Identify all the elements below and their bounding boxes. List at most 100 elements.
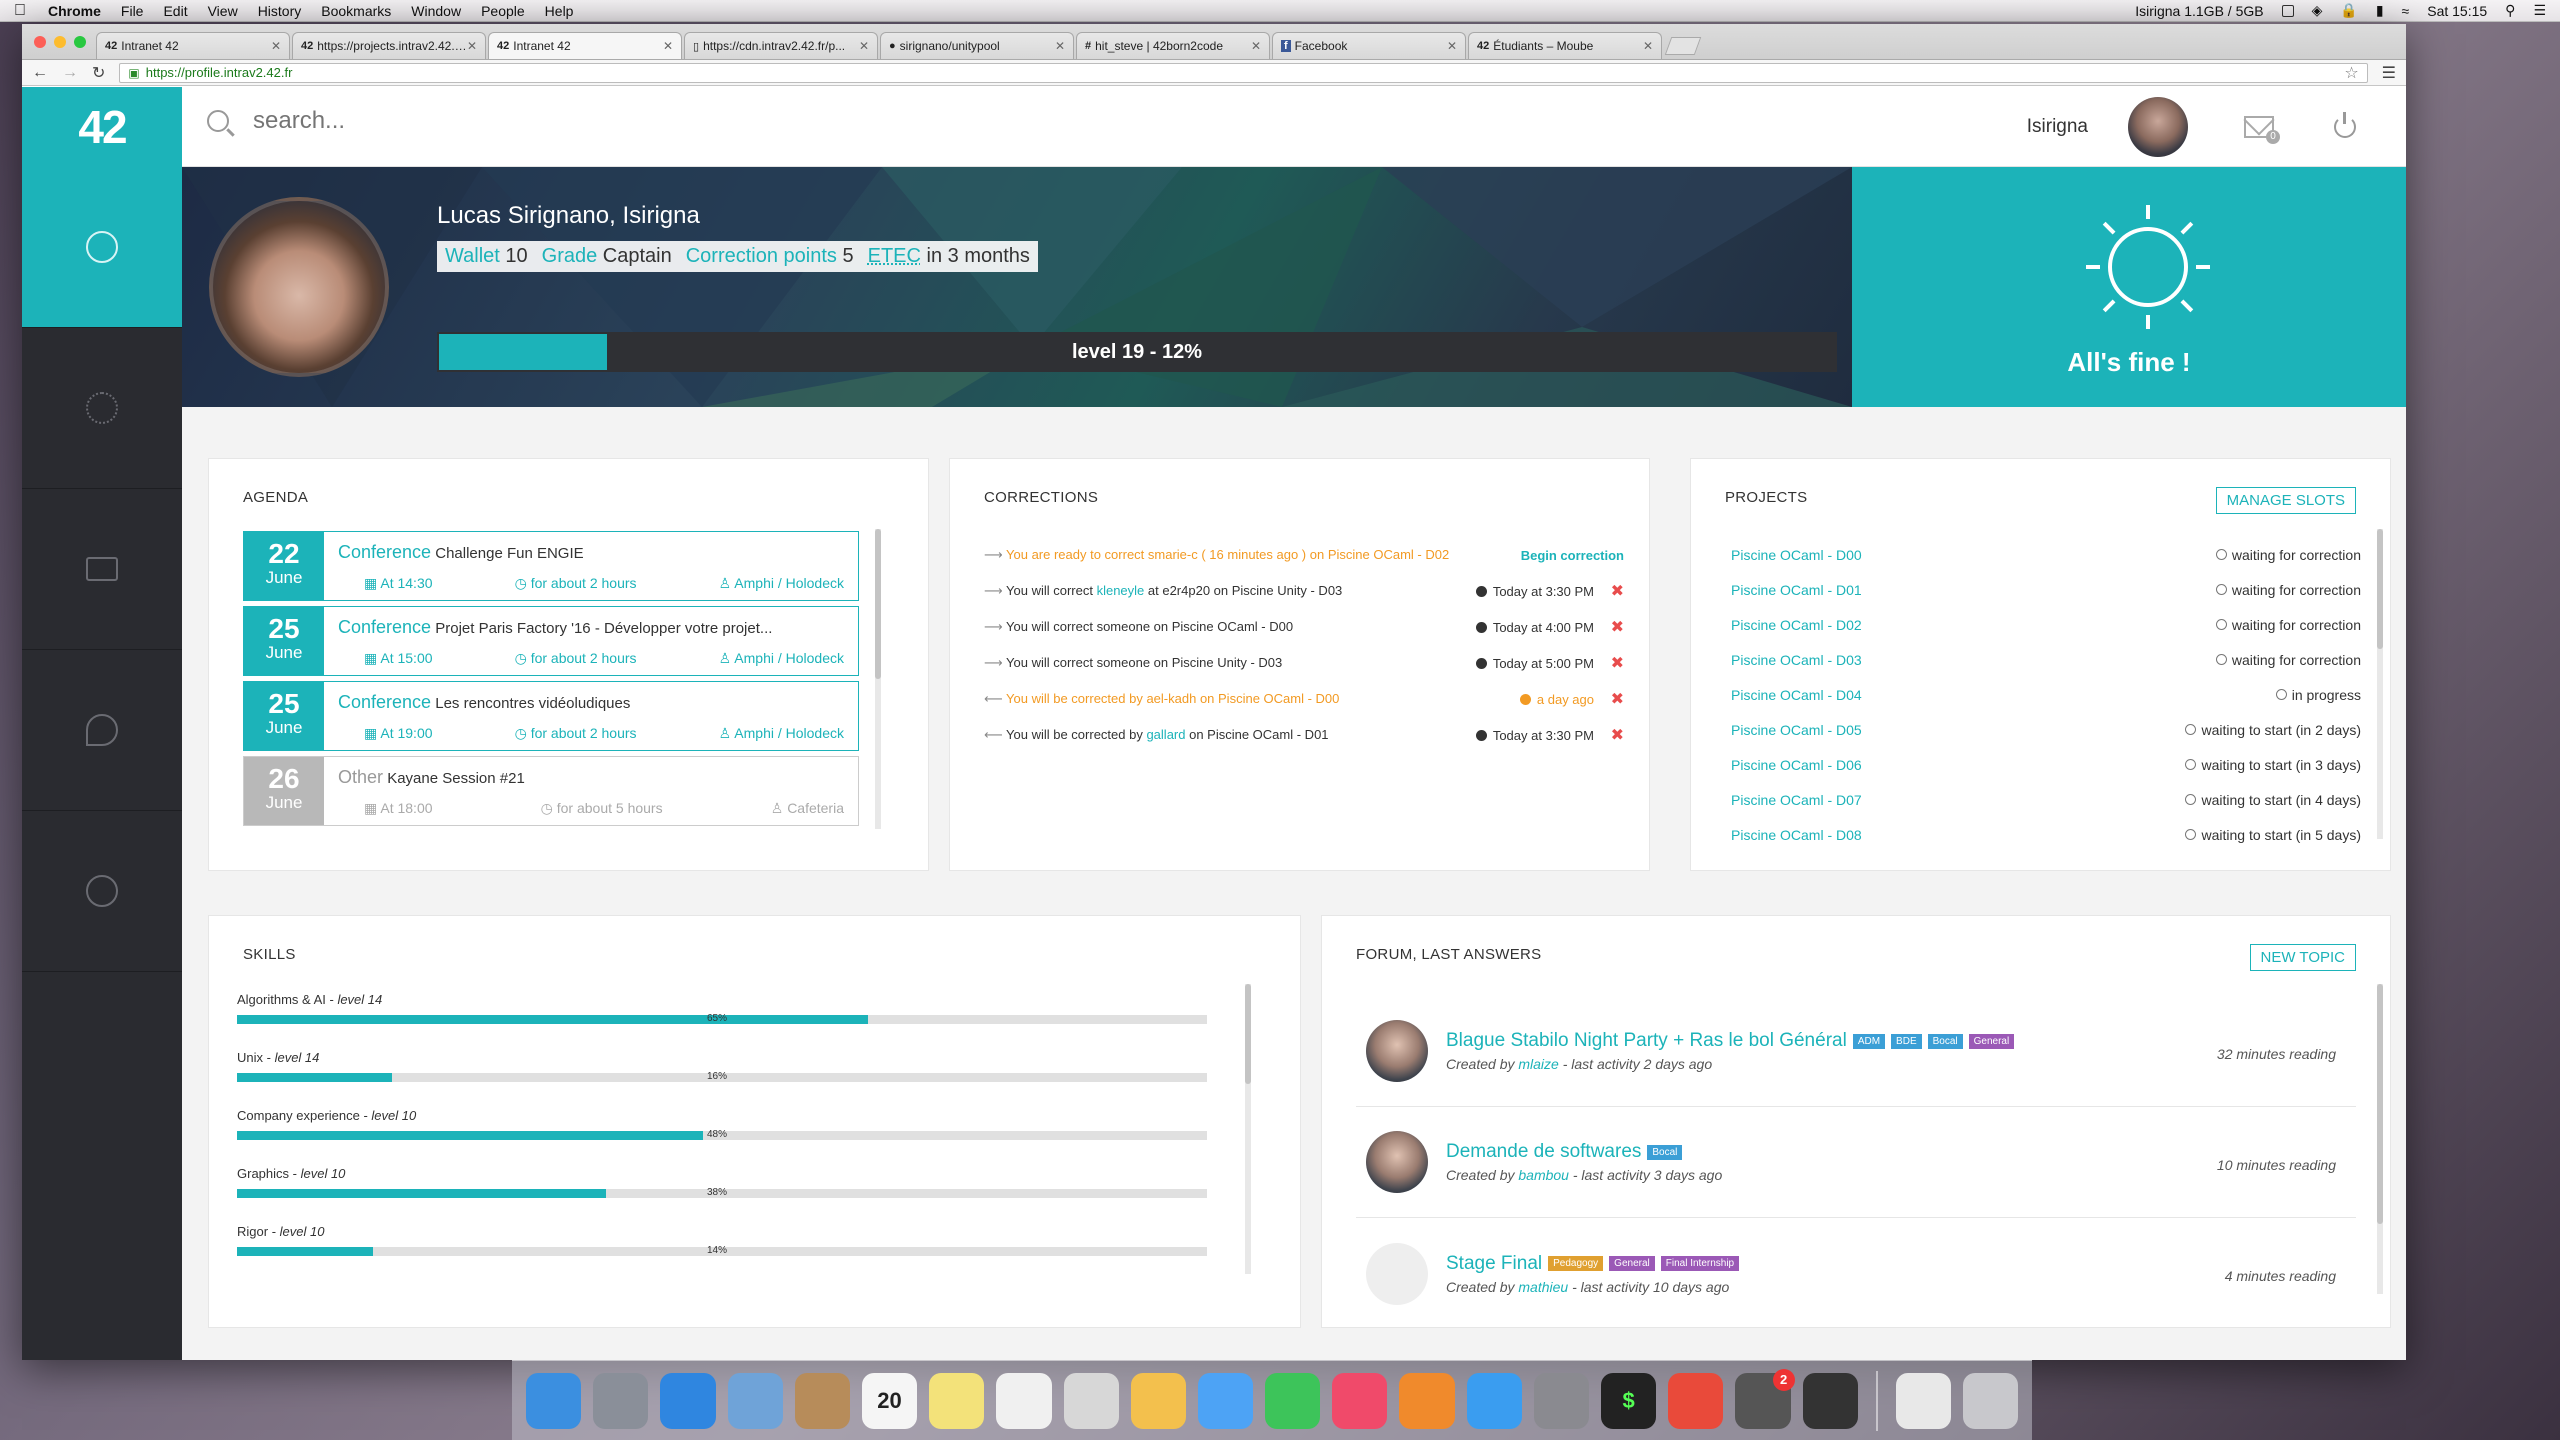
username-link[interactable]: Isirigna: [2027, 116, 2088, 138]
forum-topic-link[interactable]: Stage Final: [1446, 1253, 1542, 1275]
cancel-correction-icon[interactable]: ✖: [1594, 617, 1624, 637]
contacts-icon[interactable]: [794, 1372, 850, 1429]
slack-icon[interactable]: 2: [1735, 1368, 1795, 1429]
project-link[interactable]: Piscine OCaml - D03: [1731, 652, 1862, 668]
avatar[interactable]: [1366, 1131, 1428, 1193]
correction-user-link[interactable]: kleneyle: [1097, 583, 1145, 598]
sidebar-item-holy-graph[interactable]: [22, 328, 182, 489]
project-link[interactable]: Piscine OCaml - D08: [1731, 827, 1862, 843]
bookmark-star-icon[interactable]: ☆: [2344, 63, 2358, 83]
preview2-icon[interactable]: [1063, 1372, 1119, 1429]
chrome-menu-icon[interactable]: ☰: [2382, 63, 2396, 83]
agenda-event[interactable]: 22 June Conference Challenge Fun ENGIE ▦ At…: [243, 531, 859, 601]
itunes-icon[interactable]: [1332, 1372, 1388, 1429]
preview-icon[interactable]: [727, 1372, 783, 1429]
logout-power-icon[interactable]: [2334, 112, 2356, 138]
begin-correction-button[interactable]: Begin correction: [1464, 548, 1624, 563]
menu-view[interactable]: View: [208, 3, 238, 19]
mail-icon[interactable]: 0: [2244, 116, 2280, 144]
search-input[interactable]: [253, 107, 853, 135]
browser-tab-active[interactable]: 42 Intranet 42 ✕: [488, 32, 682, 59]
agenda-event[interactable]: 25 June Conference Projet Paris Factory '1…: [243, 606, 859, 676]
correction-user-link[interactable]: smarie-c: [1148, 547, 1198, 562]
reload-icon[interactable]: ↻: [92, 63, 105, 83]
project-link[interactable]: Piscine OCaml - D04: [1731, 687, 1862, 703]
agenda-event[interactable]: 26 June Other Kayane Session #21 ▦ At 18:00…: [243, 756, 859, 826]
unity-icon[interactable]: [1802, 1372, 1858, 1429]
spotlight-icon[interactable]: ⚲: [2505, 2, 2515, 19]
trash-icon[interactable]: [1962, 1372, 2019, 1429]
author-link[interactable]: mathieu: [1518, 1279, 1568, 1295]
menu-people[interactable]: People: [481, 3, 525, 19]
agenda-scrollbar[interactable]: [875, 529, 881, 829]
browser-tab[interactable]: f Facebook ✕: [1272, 32, 1466, 59]
safari-icon[interactable]: [660, 1372, 716, 1429]
projects-scrollbar[interactable]: [2377, 529, 2383, 839]
tag-badge[interactable]: General: [1609, 1256, 1655, 1271]
sidebar-item-elearning[interactable]: [22, 489, 182, 650]
memory-status[interactable]: Isirigna 1.1GB / 5GB: [2135, 3, 2263, 19]
author-link[interactable]: bambou: [1518, 1167, 1569, 1183]
finder-icon[interactable]: [526, 1372, 582, 1429]
avatar[interactable]: [1366, 1020, 1428, 1082]
battery-icon[interactable]: ▮: [2376, 2, 2384, 19]
tab-close-icon[interactable]: ✕: [859, 39, 869, 53]
tag-badge[interactable]: Final Internship: [1660, 1256, 1740, 1271]
photos-icon[interactable]: [1130, 1372, 1186, 1429]
notification-center-icon[interactable]: ☰: [2533, 2, 2546, 19]
menu-window[interactable]: Window: [411, 3, 461, 19]
tag-badge[interactable]: Pedagogy: [1548, 1256, 1604, 1271]
tab-close-icon[interactable]: ✕: [271, 39, 281, 53]
browser-tab[interactable]: 42 https://projects.intrav2.42.fr/... ✕: [292, 32, 486, 59]
tab-close-icon[interactable]: ✕: [1447, 39, 1457, 53]
browser-tab[interactable]: # hit_steve | 42born2code ✕: [1076, 32, 1270, 59]
forward-arrow-icon[interactable]: →: [62, 64, 78, 82]
cancel-correction-icon[interactable]: ✖: [1594, 725, 1624, 745]
system-preferences-icon[interactable]: [1533, 1372, 1589, 1429]
tab-close-icon[interactable]: ✕: [1643, 39, 1653, 53]
dropbox-icon[interactable]: ◈: [2312, 2, 2323, 19]
project-link[interactable]: Piscine OCaml - D05: [1731, 722, 1862, 738]
menu-file[interactable]: File: [121, 3, 144, 19]
manage-slots-button[interactable]: MANAGE SLOTS: [2215, 487, 2356, 514]
chrome-icon[interactable]: [1668, 1372, 1724, 1429]
avatar[interactable]: [2128, 97, 2188, 157]
tab-close-icon[interactable]: ✕: [1251, 39, 1261, 53]
archive-icon[interactable]: [1895, 1372, 1951, 1429]
menu-history[interactable]: History: [258, 3, 302, 19]
browser-tab[interactable]: 42 Intranet 42 ✕: [96, 32, 290, 59]
terminal-icon[interactable]: $: [1601, 1372, 1657, 1429]
sidebar-item-dashboard[interactable]: [22, 167, 182, 328]
cancel-correction-icon[interactable]: ✖: [1594, 653, 1624, 673]
back-arrow-icon[interactable]: ←: [32, 64, 48, 82]
logo-42[interactable]: 42: [22, 87, 182, 167]
skills-scrollbar[interactable]: [1245, 984, 1251, 1274]
notes-icon[interactable]: [929, 1372, 985, 1429]
menu-clock[interactable]: Sat 15:15: [2427, 3, 2487, 19]
project-link[interactable]: Piscine OCaml - D06: [1731, 757, 1862, 773]
project-link[interactable]: Piscine OCaml - D02: [1731, 617, 1862, 633]
messages-icon[interactable]: [1197, 1372, 1254, 1429]
lock-icon[interactable]: 🔒: [2340, 2, 2357, 19]
project-link[interactable]: Piscine OCaml - D01: [1731, 582, 1862, 598]
browser-tab[interactable]: ▯ https://cdn.intrav2.42.fr/p... ✕: [684, 32, 878, 59]
reminders-icon[interactable]: [996, 1372, 1052, 1429]
tag-badge[interactable]: BDE: [1891, 1033, 1922, 1049]
apple-icon[interactable]: : [14, 2, 26, 20]
menu-app[interactable]: Chrome: [48, 3, 101, 19]
browser-tab[interactable]: ● sirignano/unitypool ✕: [880, 32, 1074, 59]
tag-badge[interactable]: ADM: [1852, 1033, 1886, 1049]
sidebar-item-forum[interactable]: [22, 650, 182, 811]
minimize-window-button[interactable]: [54, 36, 66, 48]
appstore-icon[interactable]: [1466, 1372, 1522, 1429]
url-field[interactable]: ▣ https://profile.intrav2.42.fr ☆: [119, 62, 2368, 83]
tag-badge[interactable]: Bocal: [1927, 1033, 1963, 1049]
project-link[interactable]: Piscine OCaml - D07: [1731, 792, 1862, 808]
tag-badge[interactable]: General: [1968, 1033, 2015, 1049]
menu-bookmarks[interactable]: Bookmarks: [321, 3, 391, 19]
tab-close-icon[interactable]: ✕: [663, 39, 673, 53]
facetime-icon[interactable]: [1265, 1372, 1321, 1429]
menu-edit[interactable]: Edit: [163, 3, 187, 19]
author-link[interactable]: mlaize: [1518, 1056, 1558, 1072]
new-tab-button[interactable]: [1664, 37, 1702, 55]
